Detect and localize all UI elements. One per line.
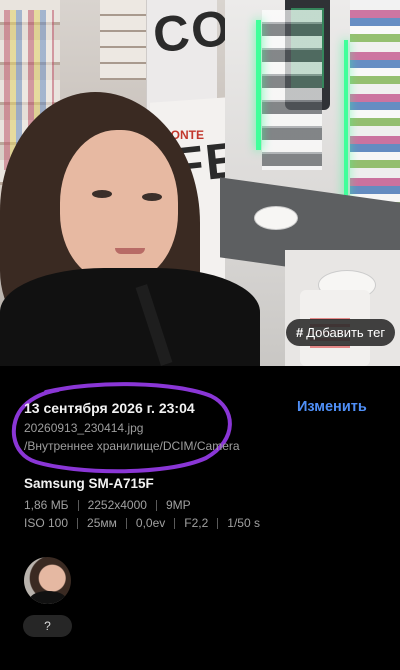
aperture: F2,2 [184,516,209,530]
hashtag-icon: # [296,325,304,340]
photo-viewer[interactable]: CO FE CONTE # Добавить тег [0,0,400,366]
person-eye [142,193,162,201]
resolution: 2252x4000 [87,498,147,512]
divider [174,517,176,529]
divider [77,499,79,511]
neon-light [344,40,348,220]
divider [217,517,219,529]
product-rack [262,10,322,170]
neon-light [256,20,261,150]
date-time: 13 сентября 2026 г. 23:04 [24,400,195,416]
person-mouth [115,248,145,254]
file-specs: 1,86 МБ 2252x4000 9MP [24,498,191,512]
person-shirt [0,268,260,366]
divider [125,517,127,529]
focal-length: 25мм [87,516,117,530]
store-shelf-far [100,0,150,80]
megapixels: 9MP [165,498,191,512]
iso: ISO 100 [24,516,69,530]
device-model: Samsung SM-A715F [24,476,154,491]
counter-sticker [254,206,298,230]
face-thumbnail[interactable] [24,557,71,604]
details-panel: 13 сентября 2026 г. 23:04 Изменить 20260… [0,366,400,670]
file-size: 1,86 МБ [24,498,69,512]
camera-specs: ISO 100 25мм 0,0ev F2,2 1/50 s [24,516,260,530]
person-eye [92,190,112,198]
add-tag-label: Добавить тег [306,325,386,340]
divider [155,499,157,511]
shutter-speed: 1/50 s [227,516,260,530]
add-tag-button[interactable]: # Добавить тег [286,319,396,346]
person-face [60,130,178,282]
file-name: 20260913_230414.jpg [24,421,144,435]
edit-button[interactable]: Изменить [297,399,367,415]
file-path: /Внутреннее хранилище/DCIM/Camera [24,439,240,453]
divider [77,517,79,529]
exposure-value: 0,0ev [135,516,166,530]
face-name-button[interactable]: ? [23,615,72,637]
